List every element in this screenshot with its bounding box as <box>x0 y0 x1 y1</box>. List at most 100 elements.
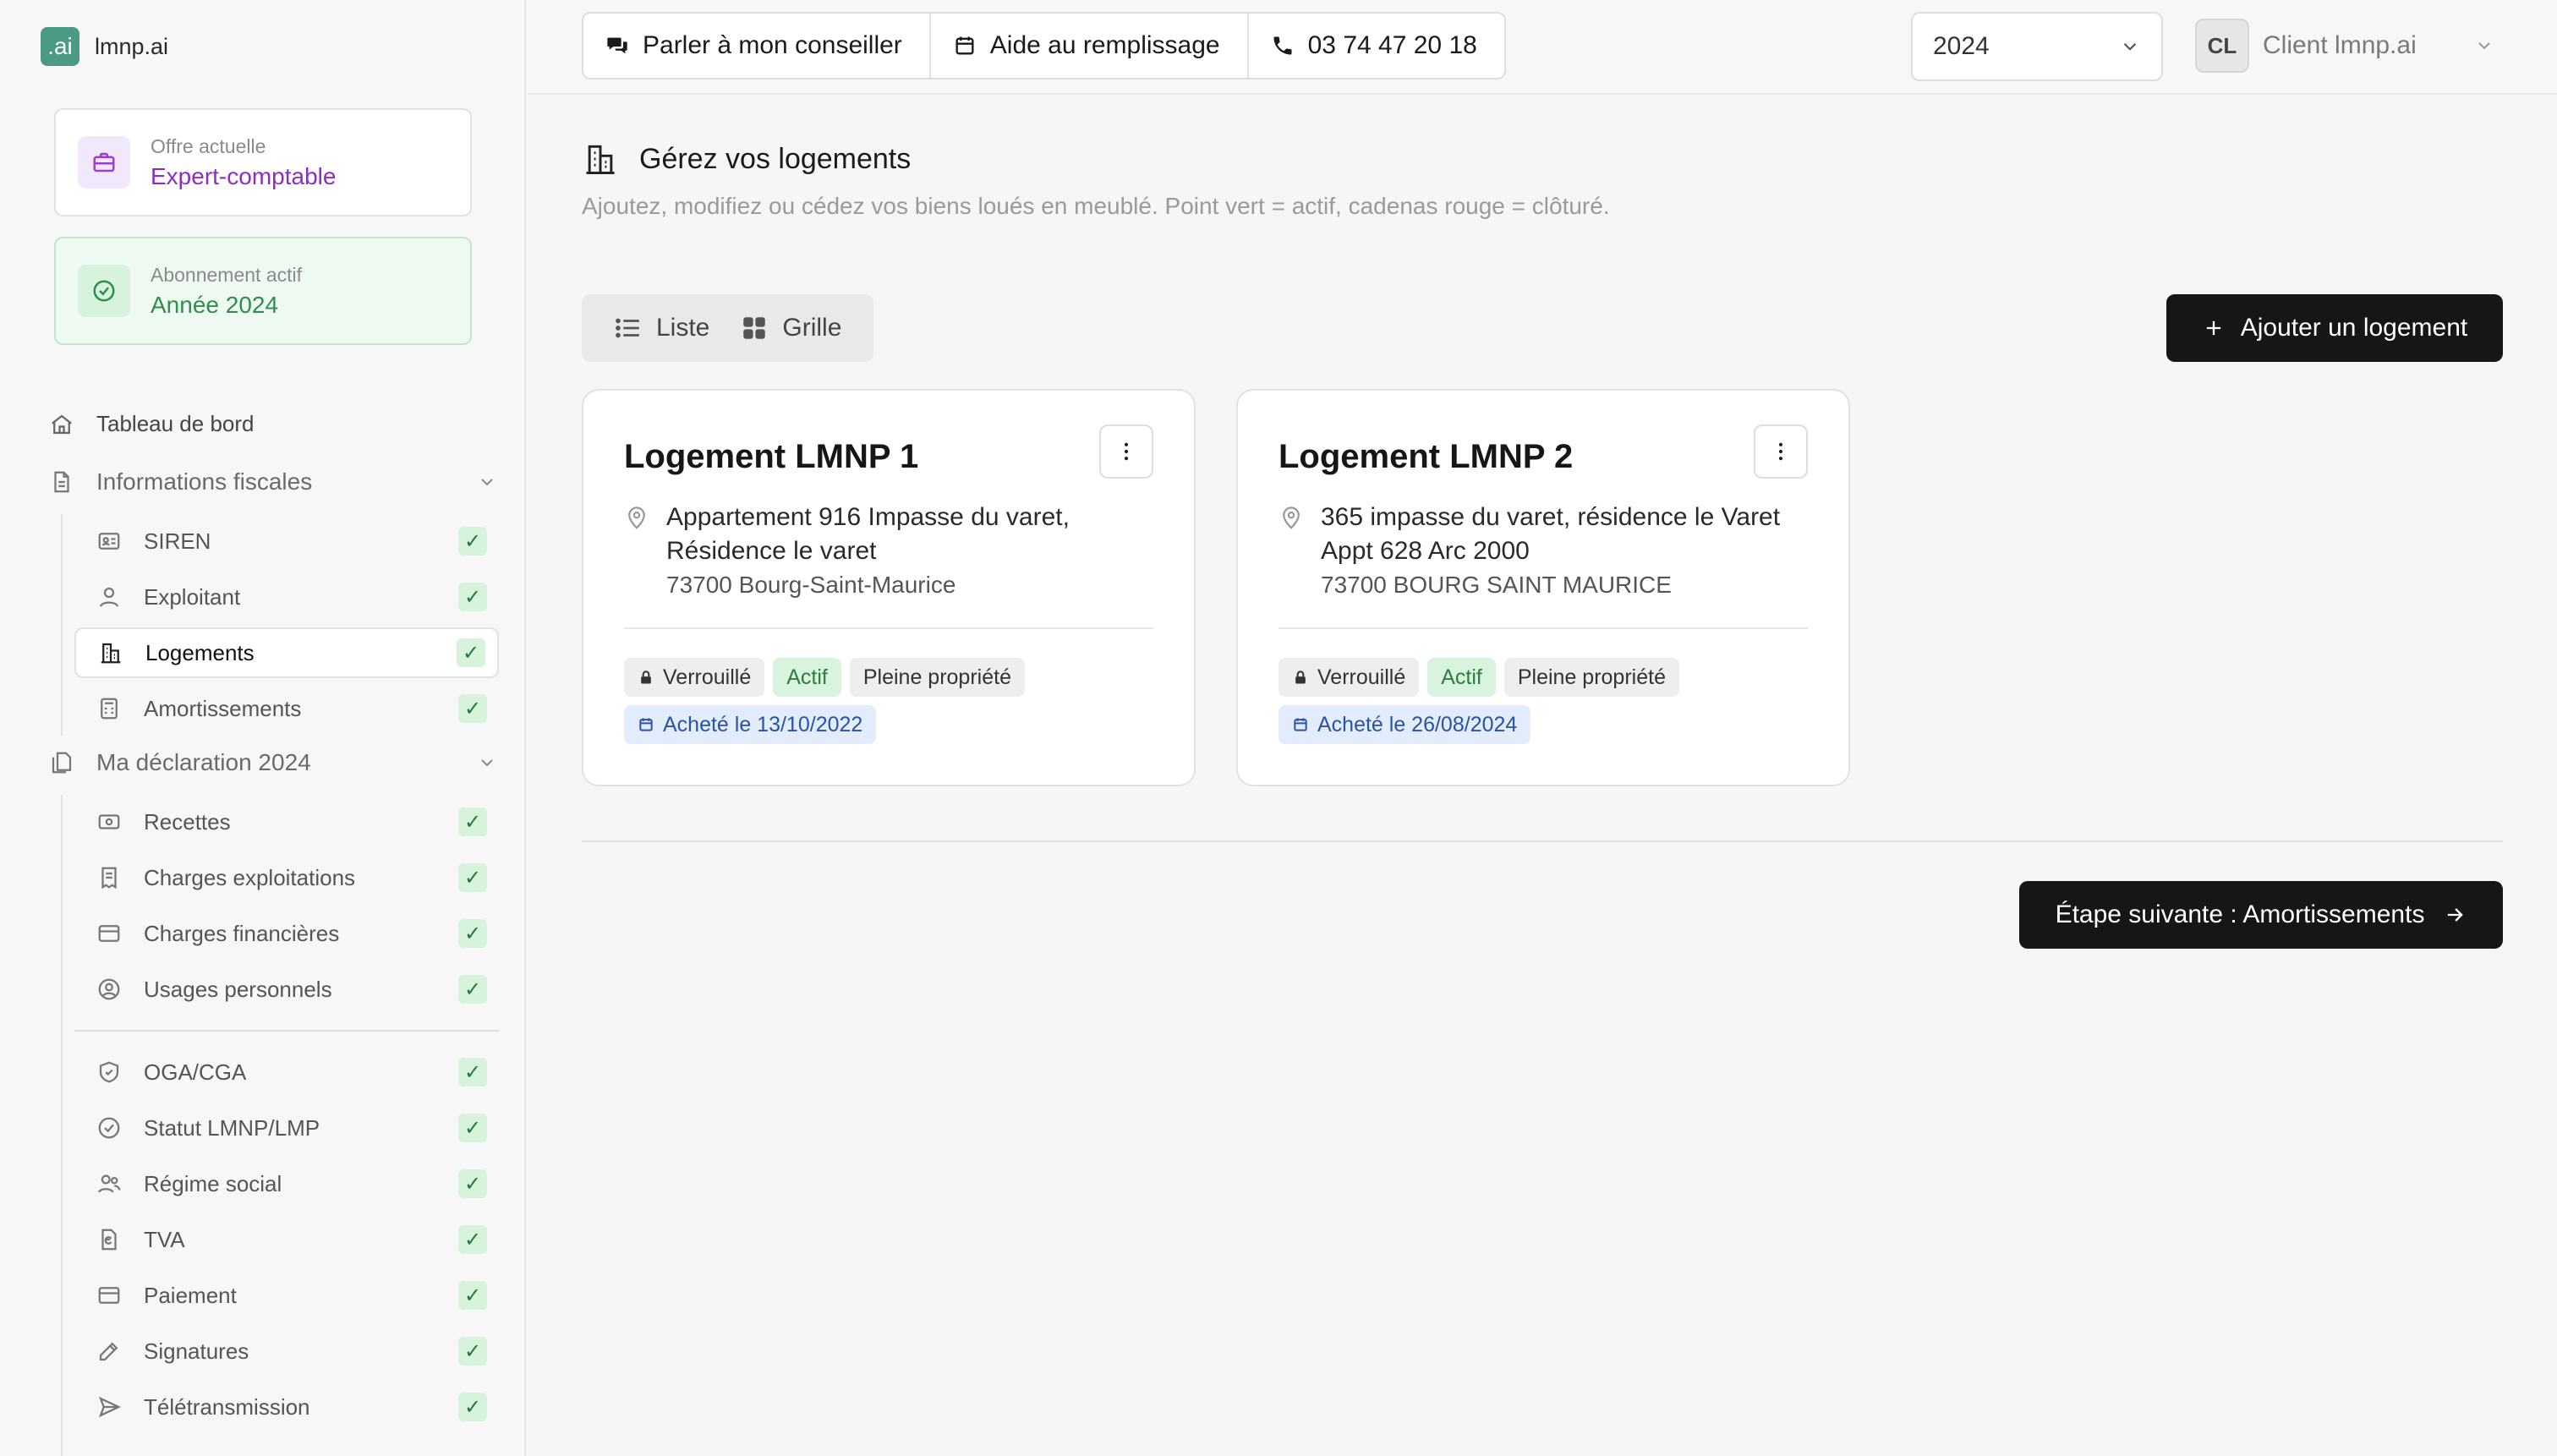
id-card-icon <box>96 528 122 554</box>
subnav-guide-line <box>61 795 63 1456</box>
property-address: Appartement 916 Impasse du varet, Réside… <box>624 501 1070 602</box>
user-name: Client lmnp.ai <box>2263 31 2417 59</box>
pen-icon <box>96 1338 122 1364</box>
chevron-down-icon <box>2474 36 2494 56</box>
property-card[interactable]: Logement LMNP 2 365 impasse du varet, ré… <box>1236 389 1850 786</box>
calculator-icon <box>96 696 122 721</box>
next-step-button[interactable]: Étape suivante : Amortissements <box>2019 881 2503 949</box>
sidebar-item-paiement[interactable]: Paiement ✓ <box>74 1270 499 1321</box>
add-property-button[interactable]: Ajouter un logement <box>2166 294 2503 362</box>
filling-help-button[interactable]: Aide au remplissage <box>931 14 1249 78</box>
users-icon <box>96 1171 122 1196</box>
check-icon: ✓ <box>458 807 487 836</box>
purchase-date-label: Acheté le 13/10/2022 <box>663 712 863 736</box>
sidebar-item-signatures[interactable]: Signatures ✓ <box>74 1326 499 1377</box>
sidebar-item-label: Charges financières <box>144 920 340 946</box>
purchase-date-label: Acheté le 26/08/2024 <box>1317 712 1518 736</box>
nav-section-fiscal[interactable]: Informations fiscales <box>49 468 497 495</box>
property-tags: Verrouillé Actif Pleine propriété <box>624 658 1033 697</box>
card-divider <box>1278 627 1808 629</box>
sidebar-item-label: Logements <box>145 639 255 665</box>
chevron-down-icon <box>477 753 497 773</box>
address-line-3: 73700 BOURG SAINT MAURICE <box>1321 572 1672 598</box>
receipt-icon <box>96 865 122 890</box>
view-list-label: Liste <box>656 314 710 342</box>
sidebar-item-siren[interactable]: SIREN ✓ <box>74 516 499 567</box>
add-property-label: Ajouter un logement <box>2240 314 2468 342</box>
property-address: 365 impasse du varet, résidence le Varet… <box>1278 501 1780 602</box>
purchase-date-row: Acheté le 13/10/2022 <box>624 705 884 744</box>
more-options-button[interactable] <box>1099 424 1153 479</box>
view-toggle: Liste Grille <box>582 294 874 362</box>
nav-section-fiscal-label: Informations fiscales <box>96 468 313 495</box>
check-icon: ✓ <box>458 583 487 611</box>
lock-icon <box>1292 669 1309 686</box>
phone-button[interactable]: 03 74 47 20 18 <box>1249 14 1504 78</box>
sidebar-item-recettes[interactable]: Recettes ✓ <box>74 796 499 847</box>
avatar: CL <box>2195 19 2249 73</box>
subscription-label: Abonnement actif <box>151 263 303 286</box>
sidebar-item-label: Exploitant <box>144 583 241 610</box>
sidebar-item-exploitant[interactable]: Exploitant ✓ <box>74 572 499 622</box>
page-header: Gérez vos logements <box>582 140 911 178</box>
sidebar-item-usages-personnels[interactable]: Usages personnels ✓ <box>74 964 499 1015</box>
sidebar-item-label: OGA/CGA <box>144 1059 247 1085</box>
filling-help-label: Aide au remplissage <box>989 31 1220 59</box>
subscription-value: Année 2024 <box>151 291 279 318</box>
check-icon: ✓ <box>458 919 487 948</box>
subnav-guide-line <box>61 514 63 736</box>
plus-icon <box>2202 316 2226 340</box>
support-button-group: Parler à mon conseiller Aide au rempliss… <box>582 12 1506 79</box>
locked-badge: Verrouillé <box>1278 658 1420 697</box>
check-circle-icon <box>96 1115 122 1141</box>
talk-to-advisor-button[interactable]: Parler à mon conseiller <box>583 14 931 78</box>
nav-section-declaration-label: Ma déclaration 2024 <box>96 749 311 775</box>
status-badge: Actif <box>773 658 841 697</box>
sidebar: .ai lmnp.ai Offre actuelle Expert-compta… <box>0 0 526 1456</box>
subscription-card[interactable]: Abonnement actif Année 2024 <box>54 237 472 345</box>
address-line-1: 365 impasse du varet, résidence le Varet <box>1321 503 1781 531</box>
year-select[interactable]: 2024 <box>1911 12 2163 81</box>
document-icon <box>49 469 74 495</box>
cash-icon <box>96 809 122 835</box>
content-divider <box>582 840 2503 842</box>
check-icon: ✓ <box>458 1114 487 1142</box>
building-icon <box>98 640 123 665</box>
sidebar-item-label: Télétransmission <box>144 1393 310 1420</box>
check-icon: ✓ <box>458 527 487 556</box>
more-options-button[interactable] <box>1754 424 1808 479</box>
nav-dashboard-label: Tableau de bord <box>96 411 255 436</box>
user-circle-icon <box>96 977 122 1002</box>
sidebar-item-oga-cga[interactable]: OGA/CGA ✓ <box>74 1047 499 1097</box>
sidebar-item-amortissements[interactable]: Amortissements ✓ <box>74 683 499 734</box>
property-card[interactable]: Logement LMNP 1 Appartement 916 Impasse … <box>582 389 1196 786</box>
brand-name: lmnp.ai <box>95 33 169 59</box>
send-icon <box>96 1394 122 1420</box>
check-icon: ✓ <box>458 1337 487 1366</box>
map-pin-icon <box>1278 501 1304 602</box>
nav-dashboard[interactable]: Tableau de bord <box>49 411 254 437</box>
sidebar-item-teletransmission[interactable]: Télétransmission ✓ <box>74 1382 499 1432</box>
current-offer-card[interactable]: Offre actuelle Expert-comptable <box>54 108 472 216</box>
documents-icon <box>49 750 74 775</box>
nav-section-declaration[interactable]: Ma déclaration 2024 <box>49 749 497 776</box>
view-grid-button[interactable]: Grille <box>725 314 857 342</box>
shield-check-icon <box>96 1059 122 1085</box>
sidebar-item-regime-social[interactable]: Régime social ✓ <box>74 1158 499 1209</box>
user-menu[interactable]: CL Client lmnp.ai <box>2195 19 2494 73</box>
lock-icon <box>638 669 654 686</box>
sidebar-item-label: Usages personnels <box>144 976 332 1002</box>
sidebar-item-charges-financieres[interactable]: Charges financières ✓ <box>74 908 499 959</box>
sidebar-item-tva[interactable]: TVA ✓ <box>74 1214 499 1265</box>
check-icon: ✓ <box>458 863 487 892</box>
locked-badge-label: Verrouillé <box>663 665 752 689</box>
sidebar-item-logements[interactable]: Logements ✓ <box>74 627 499 678</box>
check-icon: ✓ <box>458 1225 487 1254</box>
sidebar-item-statut[interactable]: Statut LMNP/LMP ✓ <box>74 1103 499 1153</box>
sidebar-divider <box>74 1030 499 1032</box>
sidebar-item-charges-exploitations[interactable]: Charges exploitations ✓ <box>74 852 499 903</box>
view-list-button[interactable]: Liste <box>599 314 725 342</box>
grid-icon <box>740 314 769 342</box>
check-icon: ✓ <box>458 1169 487 1198</box>
brand[interactable]: .ai lmnp.ai <box>41 27 168 66</box>
